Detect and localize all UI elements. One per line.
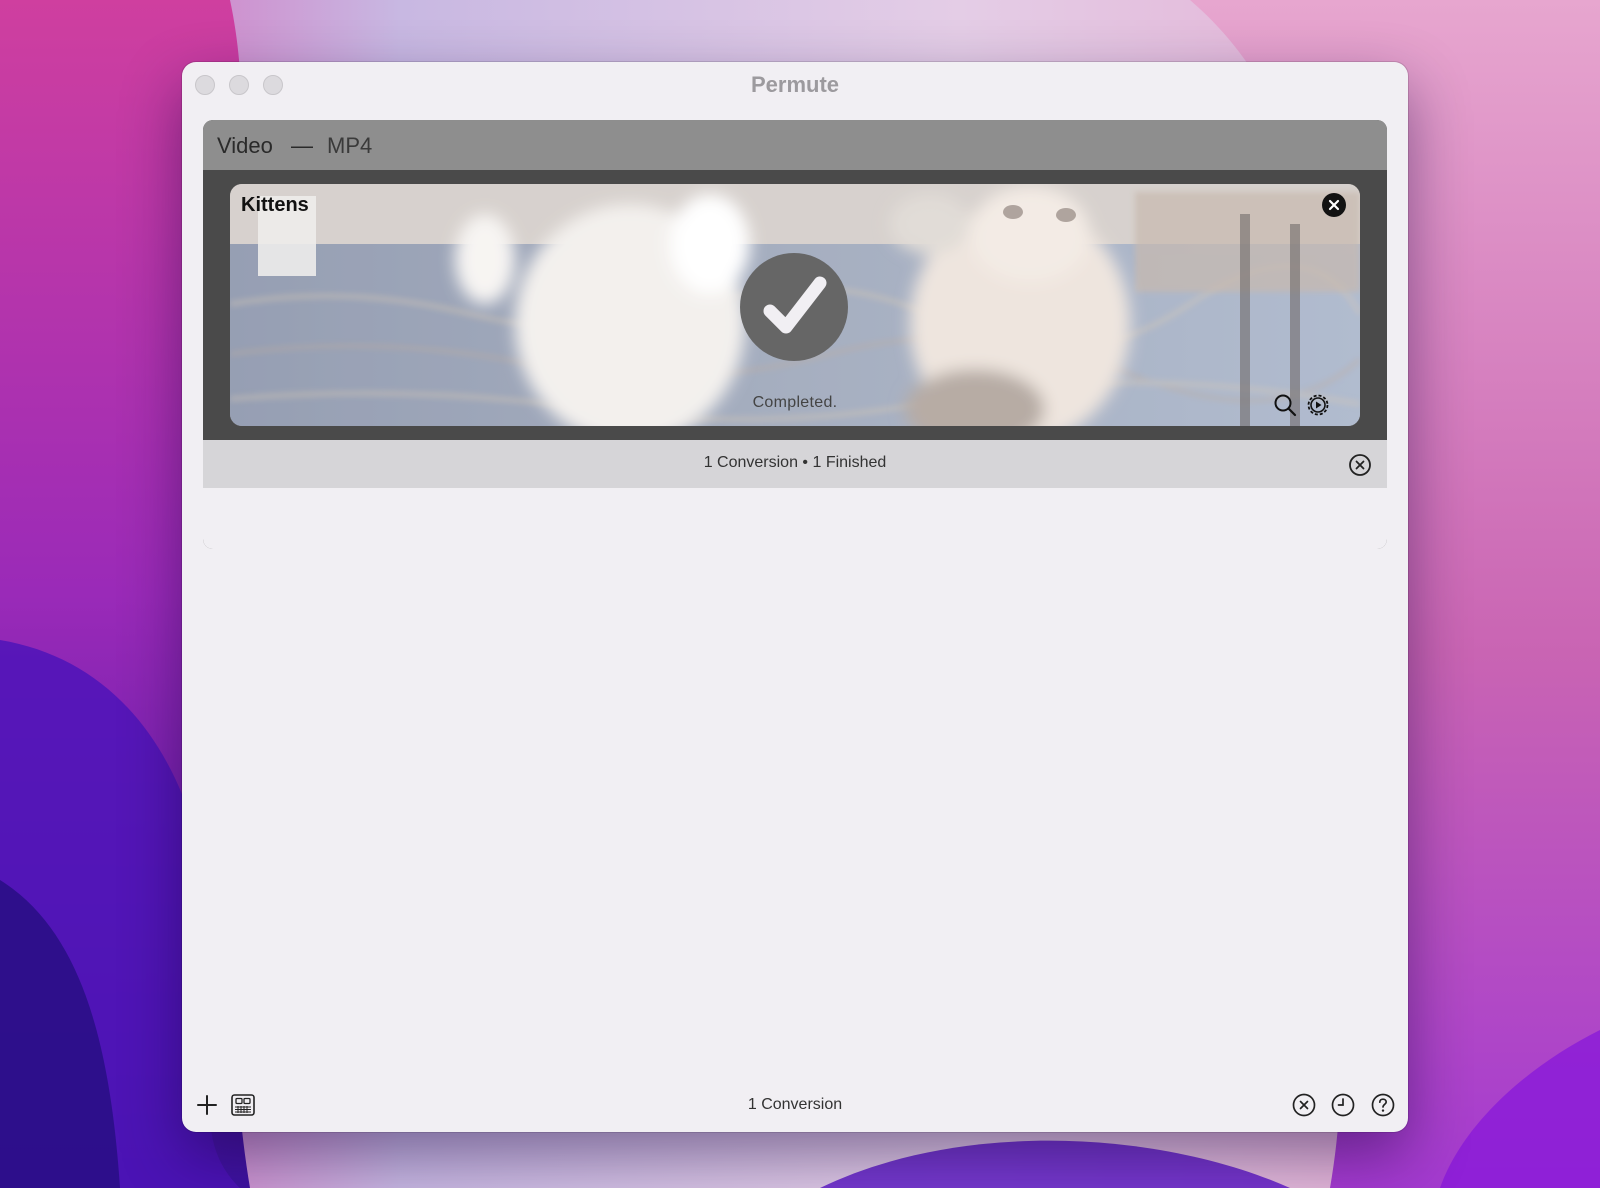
conversion-settings-button[interactable] [1305, 392, 1331, 418]
clear-group-button[interactable] [1348, 453, 1372, 477]
cancel-circle-icon [1349, 454, 1371, 476]
group-summary-bar: 1 Conversion • 1 Finished [203, 440, 1387, 488]
title-bar: Permute [182, 62, 1408, 110]
history-button[interactable] [1330, 1092, 1356, 1118]
bottom-toolbar: 1 Conversion [182, 1080, 1408, 1132]
close-icon [1328, 199, 1340, 211]
group-spacer [203, 488, 1387, 549]
group-type-label: Video [217, 133, 273, 158]
reveal-in-finder-button[interactable] [1272, 392, 1298, 418]
permute-window: Permute Video — MP4 Kittens Completed. 1… [182, 62, 1408, 1132]
search-icon [1274, 394, 1297, 417]
cancel-all-button[interactable] [1291, 1092, 1317, 1118]
group-body: Kittens Completed. [203, 170, 1387, 440]
file-name: Kittens [241, 194, 309, 216]
conversion-count: 1 Conversion [747, 1096, 843, 1113]
clock-icon [1331, 1093, 1355, 1117]
group-footer: 1 Conversion • 1 Finished [203, 440, 1387, 549]
conversion-group: Video — MP4 Kittens Completed. 1 Convers… [203, 120, 1387, 549]
cancel-circle-icon [1292, 1093, 1316, 1117]
group-header[interactable]: Video — MP4 [203, 120, 1387, 170]
remove-conversion-button[interactable] [1322, 193, 1346, 217]
conversion-card[interactable]: Kittens Completed. [230, 184, 1360, 426]
output-format-selector[interactable]: MP4 [327, 133, 372, 159]
help-button[interactable] [1370, 1092, 1396, 1118]
checkmark-icon [763, 276, 827, 334]
window-title: Permute [750, 72, 840, 97]
completed-badge [740, 253, 848, 361]
conversion-status: Completed. [752, 394, 838, 411]
gear-icon [1307, 394, 1329, 416]
group-separator: — [291, 133, 313, 158]
group-summary-text: 1 Conversion • 1 Finished [703, 454, 887, 471]
help-icon [1371, 1093, 1395, 1117]
